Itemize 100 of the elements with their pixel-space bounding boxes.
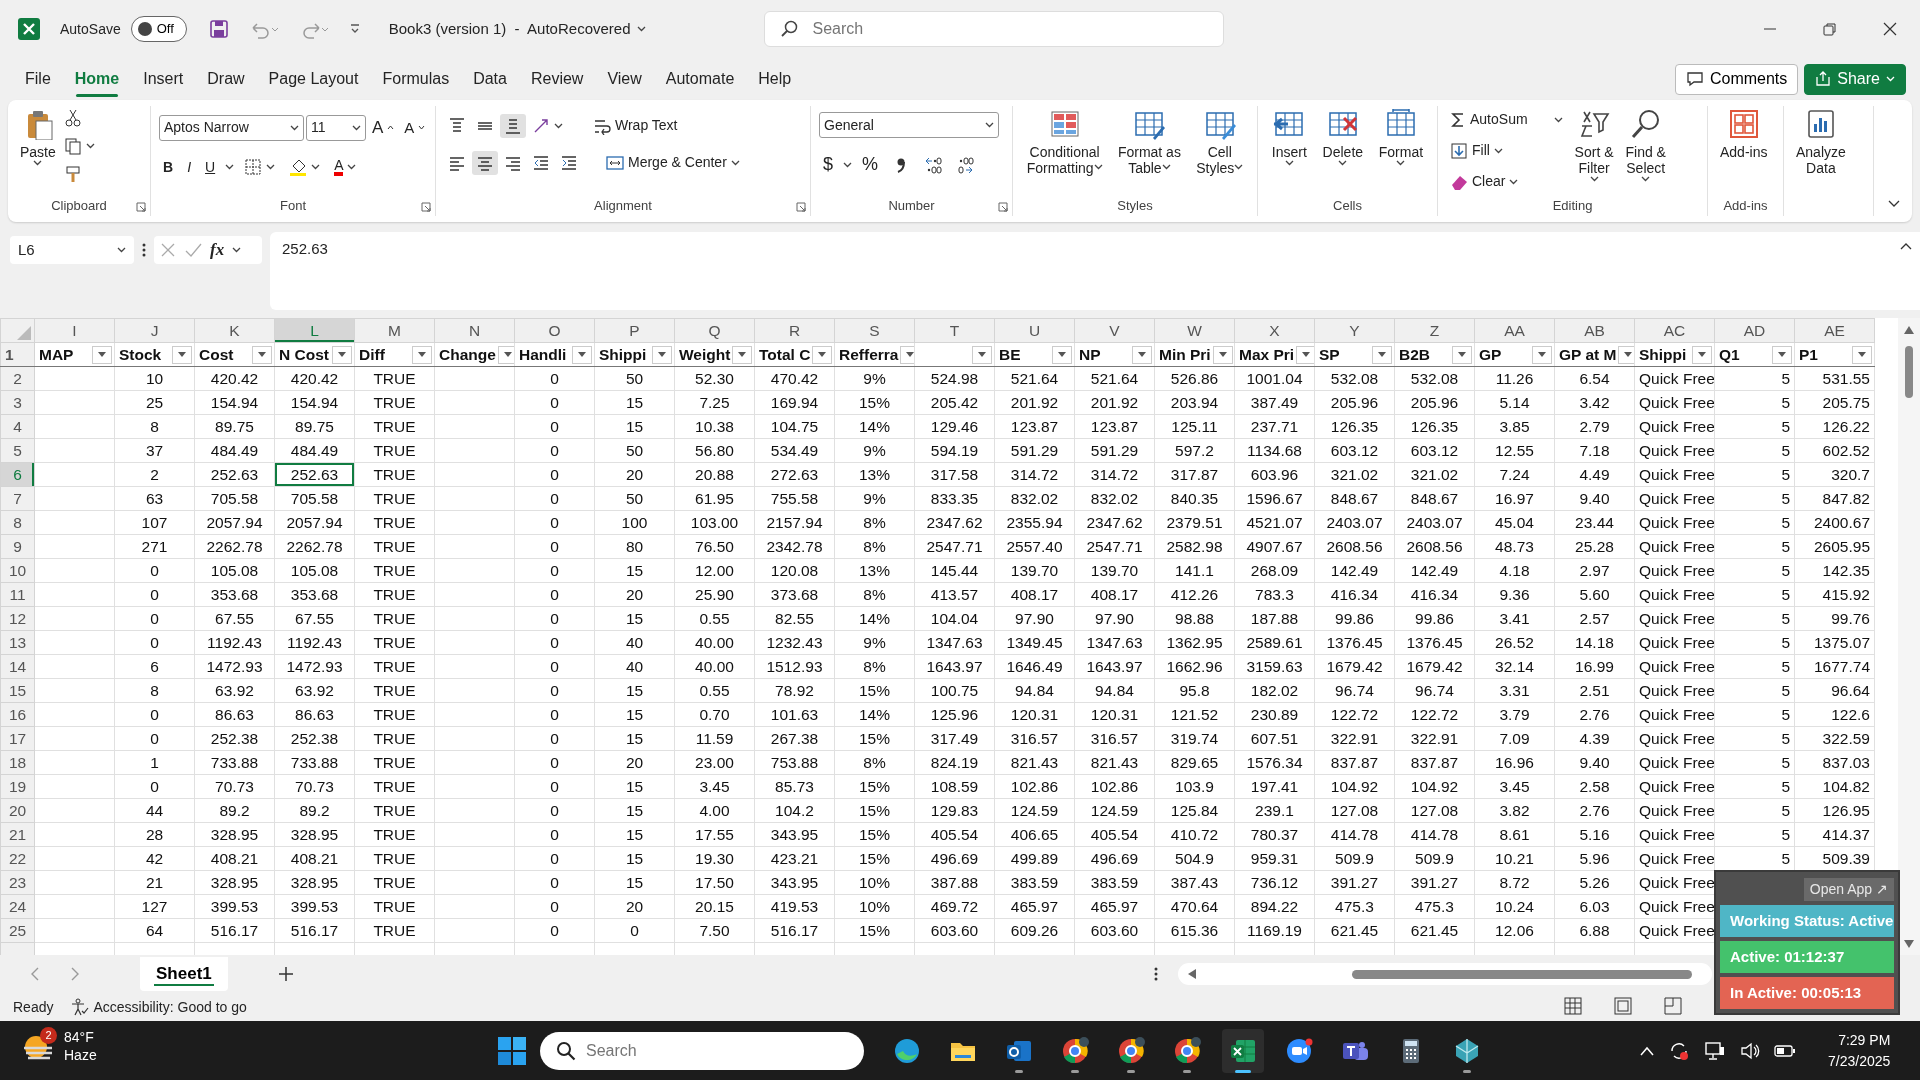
filter-button[interactable] (1212, 345, 1233, 364)
caret-icon[interactable] (1641, 176, 1651, 183)
menu-tab[interactable]: Review (519, 61, 595, 97)
font-name-dropdown[interactable]: Aptos Narrow (159, 114, 304, 141)
filter-button[interactable] (172, 345, 192, 364)
filter-button[interactable] (1132, 345, 1152, 364)
filter-button[interactable] (332, 345, 352, 364)
customize-icon[interactable] (348, 23, 361, 35)
filter-button[interactable] (572, 345, 592, 364)
dialog-launcher-icon[interactable] (998, 202, 1008, 212)
cell-styles-button[interactable]: Cell Styles (1192, 106, 1248, 179)
caret-icon[interactable] (85, 143, 95, 149)
column-header[interactable]: I (34, 318, 115, 343)
column-header[interactable]: V (1074, 318, 1155, 343)
taskbar-search-field[interactable]: Search (540, 1032, 864, 1070)
column-header[interactable]: AA (1474, 318, 1555, 343)
caret-icon[interactable] (843, 161, 852, 168)
scroll-up-icon[interactable] (1904, 326, 1914, 334)
caret-icon[interactable] (33, 160, 43, 167)
row-header[interactable]: 3 (0, 390, 35, 415)
filter-button[interactable] (900, 345, 914, 364)
paste-button[interactable]: Paste (16, 106, 60, 186)
scrollbar-thumb[interactable] (1905, 346, 1913, 398)
row-header[interactable]: 5 (0, 438, 35, 463)
formula-input[interactable]: 252.63 (270, 232, 1920, 310)
analyze-data-button[interactable]: Analyze Data (1792, 106, 1850, 179)
filter-button[interactable] (1532, 345, 1552, 364)
sheet-tab[interactable]: Sheet1 (140, 957, 228, 991)
column-header[interactable]: X (1234, 318, 1315, 343)
row-header[interactable]: 11 (0, 582, 35, 607)
grow-font-button[interactable]: A (368, 112, 399, 144)
column-header[interactable]: AB (1554, 318, 1635, 343)
column-header[interactable]: M (354, 318, 435, 343)
column-header[interactable]: J (114, 318, 195, 343)
dialog-launcher-icon[interactable] (421, 202, 431, 212)
row-header[interactable]: 7 (0, 486, 35, 511)
filter-button[interactable] (1052, 345, 1072, 364)
autosave-toggle[interactable]: Off (130, 16, 187, 42)
column-header[interactable]: AD (1714, 318, 1795, 343)
page-break-icon[interactable] (1664, 997, 1682, 1015)
row-header[interactable]: 19 (0, 774, 35, 799)
column-header[interactable]: N (434, 318, 515, 343)
filter-button[interactable] (1692, 345, 1712, 364)
collapse-ribbon-icon[interactable] (1888, 200, 1900, 208)
menu-tab[interactable]: File (14, 61, 62, 97)
caret-icon[interactable] (554, 122, 563, 129)
row-header[interactable]: 13 (0, 630, 35, 655)
caret-icon[interactable] (1161, 164, 1171, 171)
column-header[interactable]: Y (1314, 318, 1395, 343)
collapse-formula-icon[interactable] (1900, 242, 1912, 250)
scroll-left-icon[interactable] (1188, 969, 1196, 979)
row-header[interactable]: 10 (0, 558, 35, 583)
column-header[interactable]: L (274, 318, 355, 343)
filter-button[interactable] (1372, 345, 1392, 364)
column-header[interactable]: K (194, 318, 275, 343)
menu-tab[interactable]: Formulas (371, 61, 461, 97)
align-center-button[interactable] (472, 150, 498, 175)
clear-button[interactable]: Clear (1446, 168, 1567, 195)
filter-button[interactable] (412, 345, 432, 364)
caret-icon[interactable] (1338, 160, 1348, 167)
caret-icon[interactable] (730, 159, 740, 166)
bold-button[interactable]: B (159, 153, 178, 181)
save-icon[interactable] (208, 19, 229, 39)
font-color-button[interactable]: A (330, 155, 361, 179)
menu-tab[interactable]: Automate (654, 61, 746, 97)
row-header[interactable]: 17 (0, 726, 35, 751)
menu-tab[interactable]: Help (747, 61, 803, 97)
active-cell[interactable]: 252.63 (274, 462, 355, 487)
caret-icon[interactable] (636, 26, 646, 32)
caret-icon[interactable] (1234, 164, 1244, 171)
caret-icon[interactable] (1493, 147, 1503, 154)
number-format-dropdown[interactable]: General (819, 112, 999, 138)
caret-icon[interactable] (290, 124, 299, 131)
row-header[interactable]: 14 (0, 654, 35, 679)
share-button[interactable]: Share (1804, 63, 1906, 95)
column-header[interactable]: Z (1394, 318, 1475, 343)
caret-icon[interactable] (311, 164, 321, 170)
caret-icon[interactable] (117, 247, 126, 253)
conditional-formatting-button[interactable]: Conditional Formatting (1022, 106, 1107, 179)
scrollbar-thumb[interactable] (1352, 970, 1692, 979)
menu-tab[interactable]: Data (462, 61, 518, 97)
filter-button[interactable] (1618, 345, 1634, 364)
row-header[interactable]: 24 (0, 894, 35, 919)
clock-date[interactable]: 7/23/2025 (1828, 1050, 1891, 1072)
dialog-launcher-icon[interactable] (136, 202, 146, 212)
sync-icon[interactable] (1668, 1040, 1690, 1061)
column-header[interactable]: Q (674, 318, 755, 343)
caret-icon[interactable] (1093, 164, 1103, 171)
dialog-launcher-icon[interactable] (796, 202, 806, 212)
search-field[interactable]: Search (763, 11, 1224, 47)
row-header[interactable]: 8 (0, 510, 35, 535)
caret-icon[interactable] (1589, 176, 1599, 183)
column-header[interactable]: W (1154, 318, 1235, 343)
comments-button[interactable]: Comments (1674, 63, 1799, 95)
page-layout-icon[interactable] (1614, 997, 1632, 1015)
battery-icon[interactable] (1774, 1043, 1796, 1058)
autosum-button[interactable]: AutoSum (1446, 106, 1567, 133)
name-box[interactable]: L6 (10, 236, 134, 264)
row-header[interactable]: 6 (0, 462, 35, 487)
currency-button[interactable]: $ (819, 148, 837, 181)
